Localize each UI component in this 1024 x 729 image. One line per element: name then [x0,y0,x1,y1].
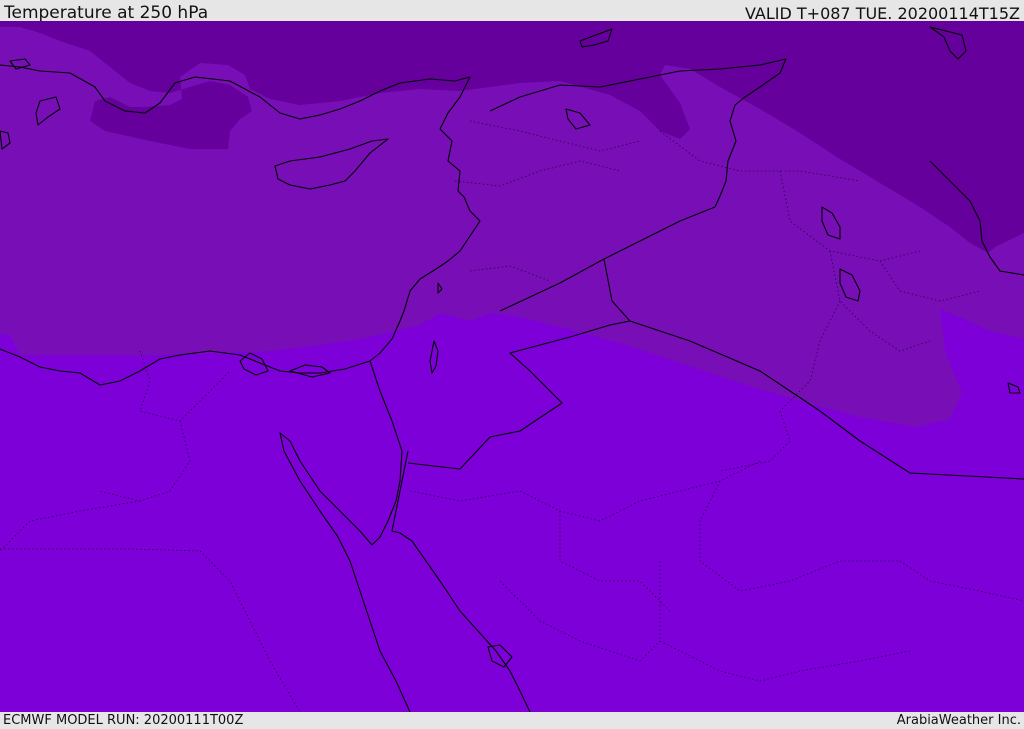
map-title: Temperature at 250 hPa [4,3,209,23]
map-canvas [0,21,1024,712]
credit-label: ArabiaWeather Inc. [896,713,1021,728]
model-run-label: ECMWF MODEL RUN: 20200111T00Z [3,713,244,728]
header-bar: Temperature at 250 hPa VALID T+087 TUE. … [0,0,1024,23]
footer-bar: ECMWF MODEL RUN: 20200111T00Z ArabiaWeat… [0,712,1024,729]
weather-map[interactable] [0,21,1024,712]
